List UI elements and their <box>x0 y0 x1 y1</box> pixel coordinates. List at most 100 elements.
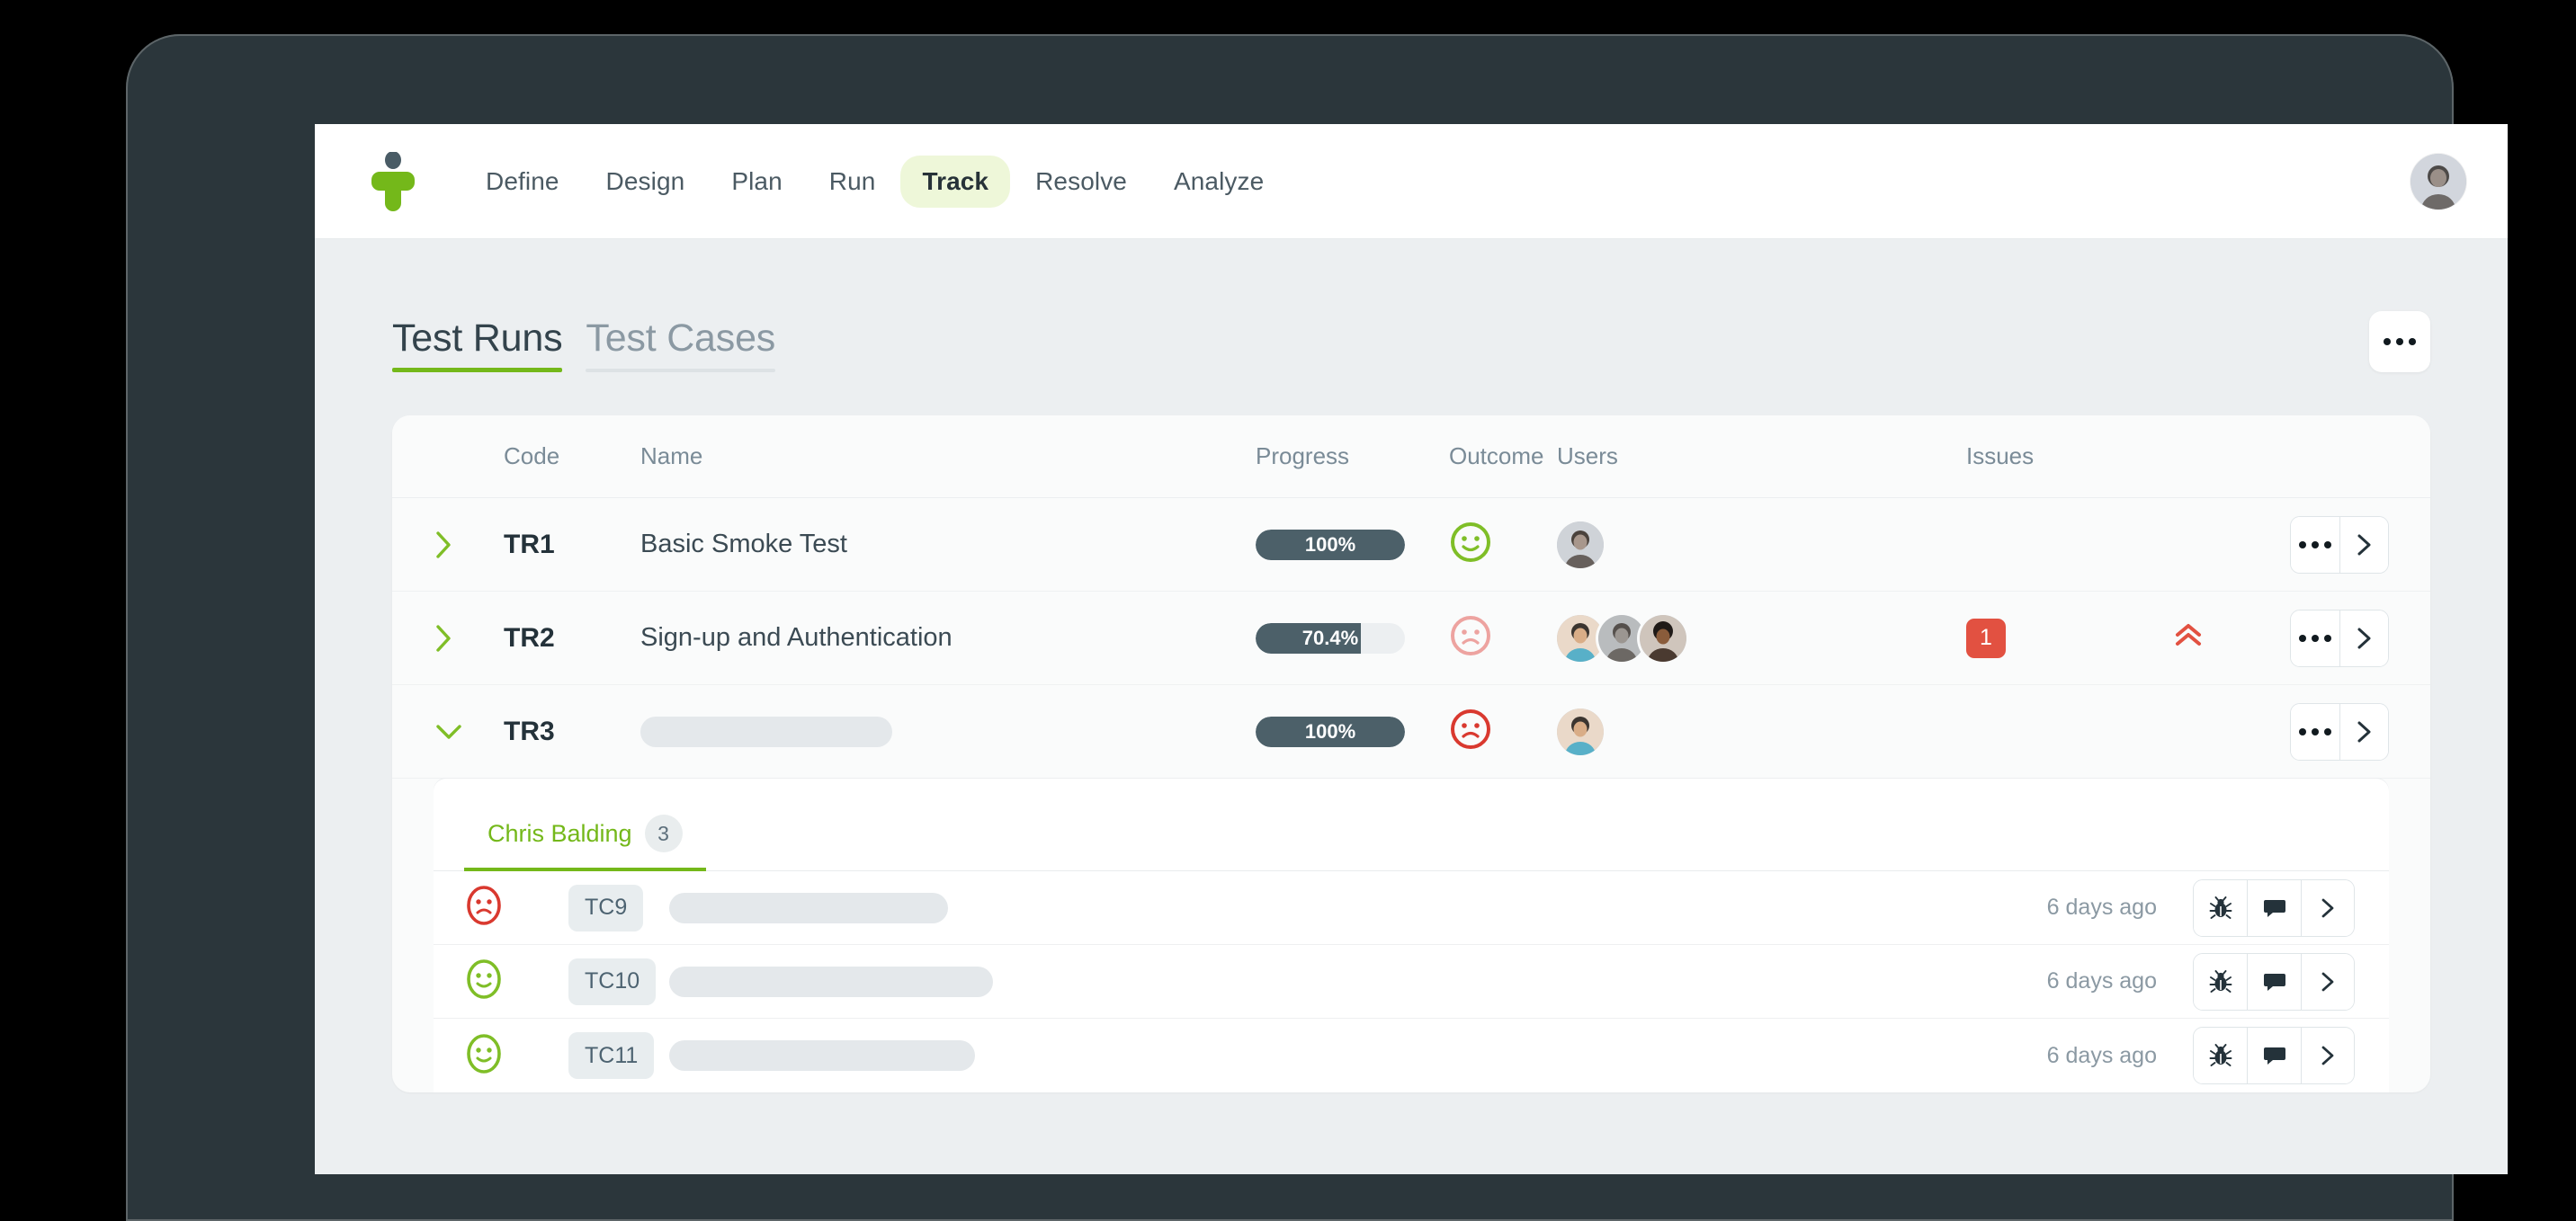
run-name: Basic Smoke Test <box>640 530 847 558</box>
row-more-button[interactable] <box>2291 610 2339 666</box>
progress-label: 100% <box>1304 532 1356 556</box>
avatar[interactable] <box>1557 708 1604 755</box>
open-test-case-button[interactable] <box>2300 879 2354 936</box>
progress-label: 70.4% <box>1301 626 1359 649</box>
progress-bar: 100% <box>1256 716 1405 747</box>
test-case-code: TC10 <box>568 958 657 1005</box>
name-placeholder <box>669 966 993 997</box>
nav-item-track[interactable]: Track <box>900 155 1011 208</box>
table-row[interactable]: TR1 Basic Smoke Test 100% <box>392 498 2430 592</box>
avatar[interactable] <box>1640 614 1686 662</box>
run-code: TR2 <box>504 622 555 653</box>
chevron-right-icon[interactable] <box>434 623 504 654</box>
table-header-row: Code Name Progress Outcome Users Issues <box>392 415 2430 498</box>
table-row[interactable]: TR3 100% <box>392 685 2430 779</box>
ellipsis-icon <box>2384 338 2416 345</box>
tablet-bezel: Define Design Plan Run Track Resolve Ana… <box>126 34 2508 1221</box>
column-header-progress: Progress <box>1256 442 1350 469</box>
row-more-button[interactable] <box>2291 516 2339 573</box>
test-case-code: TC11 <box>568 1032 655 1079</box>
priority-high-icon <box>2173 624 2204 653</box>
issues-badge[interactable]: 1 <box>1966 618 2006 658</box>
comment-button[interactable] <box>2247 879 2301 936</box>
subtab-label: Chris Balding <box>487 819 632 847</box>
avatar[interactable] <box>2411 153 2466 209</box>
primary-nav-links: Define Design Plan Run Track Resolve Ana… <box>464 155 1285 208</box>
ellipsis-icon <box>2298 634 2331 642</box>
bug-button[interactable] <box>2194 879 2248 936</box>
comment-icon <box>2263 899 2285 917</box>
run-code: TR3 <box>504 716 555 746</box>
user-avatars[interactable] <box>1557 521 1966 568</box>
chevron-right-icon[interactable] <box>434 530 504 560</box>
t-logo-icon[interactable] <box>369 150 417 211</box>
test-case-row[interactable]: TC9 6 days ago <box>434 871 2389 945</box>
run-name: Sign-up and Authentication <box>640 623 953 652</box>
row-open-button[interactable] <box>2339 516 2388 573</box>
tab-test-runs[interactable]: Test Runs <box>392 316 563 372</box>
test-case-row[interactable]: TC10 6 days ago <box>434 945 2389 1019</box>
avatar[interactable] <box>1557 614 1604 662</box>
bug-icon <box>2209 1044 2232 1066</box>
nav-item-run[interactable]: Run <box>808 156 898 208</box>
chevron-right-icon <box>2321 972 2334 991</box>
test-case-row[interactable]: TC11 6 days ago <box>434 1019 2389 1092</box>
page-tabs: Test Runs Test Cases <box>392 239 2430 372</box>
open-test-case-button[interactable] <box>2300 1028 2354 1083</box>
nav-item-analyze[interactable]: Analyze <box>1152 156 1285 208</box>
outcome-pass-icon <box>464 959 504 1004</box>
name-placeholder <box>669 1040 975 1071</box>
progress-label: 100% <box>1304 719 1356 743</box>
row-actions <box>2290 609 2389 667</box>
column-header-name: Name <box>640 442 703 469</box>
timestamp: 6 days ago <box>2046 1042 2157 1068</box>
name-placeholder <box>640 716 892 747</box>
page-more-button[interactable] <box>2369 311 2430 372</box>
outcome-fail-icon <box>1449 709 1492 754</box>
avatar[interactable] <box>1557 521 1604 568</box>
timestamp: 6 days ago <box>2046 895 2157 920</box>
test-case-actions <box>2193 878 2355 937</box>
chevron-right-icon <box>2357 628 2371 648</box>
nav-item-define[interactable]: Define <box>464 156 581 208</box>
comment-button[interactable] <box>2247 1028 2301 1083</box>
test-case-actions <box>2193 952 2355 1011</box>
chevron-right-icon <box>2321 898 2334 917</box>
bug-icon <box>2209 969 2232 993</box>
ellipsis-icon <box>2298 727 2331 735</box>
progress-bar: 100% <box>1256 529 1405 560</box>
expanded-run-panel: Chris Balding 3 TC9 6 days ago TC10 6 da… <box>434 779 2389 1092</box>
test-case-code: TC9 <box>568 884 644 931</box>
assignee-subtabs: Chris Balding 3 <box>434 779 2389 871</box>
tab-test-cases[interactable]: Test Cases <box>586 316 775 372</box>
test-runs-table: Code Name Progress Outcome Users Issues <box>392 415 2430 1092</box>
subtab-count-badge: 3 <box>644 815 683 852</box>
comment-icon <box>2263 1047 2285 1065</box>
comment-icon <box>2263 973 2285 991</box>
bug-button[interactable] <box>2194 1028 2248 1083</box>
table-row[interactable]: TR2 Sign-up and Authentication 70.4% 1 <box>392 592 2430 685</box>
row-open-button[interactable] <box>2339 610 2388 666</box>
chevron-down-icon[interactable] <box>434 722 504 742</box>
column-header-issues: Issues <box>1966 442 2035 469</box>
nav-item-resolve[interactable]: Resolve <box>1014 156 1149 208</box>
user-avatars[interactable] <box>1557 708 1966 755</box>
subtab-chris-balding[interactable]: Chris Balding 3 <box>464 815 706 871</box>
progress-bar: 70.4% <box>1256 622 1405 654</box>
nav-item-plan[interactable]: Plan <box>710 156 803 208</box>
bug-icon <box>2209 896 2232 919</box>
user-avatars[interactable] <box>1557 614 1966 662</box>
avatar[interactable] <box>1598 614 1645 662</box>
outcome-pass-icon <box>1449 522 1492 567</box>
row-actions <box>2290 702 2389 761</box>
bug-button[interactable] <box>2194 953 2248 1010</box>
column-header-outcome: Outcome <box>1449 442 1544 469</box>
row-open-button[interactable] <box>2339 703 2388 760</box>
nav-item-design[interactable]: Design <box>585 156 707 208</box>
row-more-button[interactable] <box>2291 703 2339 760</box>
outcome-pass-icon <box>464 1033 504 1079</box>
run-code: TR1 <box>504 529 555 559</box>
comment-button[interactable] <box>2247 953 2301 1010</box>
open-test-case-button[interactable] <box>2300 953 2354 1010</box>
test-case-actions <box>2193 1027 2355 1084</box>
